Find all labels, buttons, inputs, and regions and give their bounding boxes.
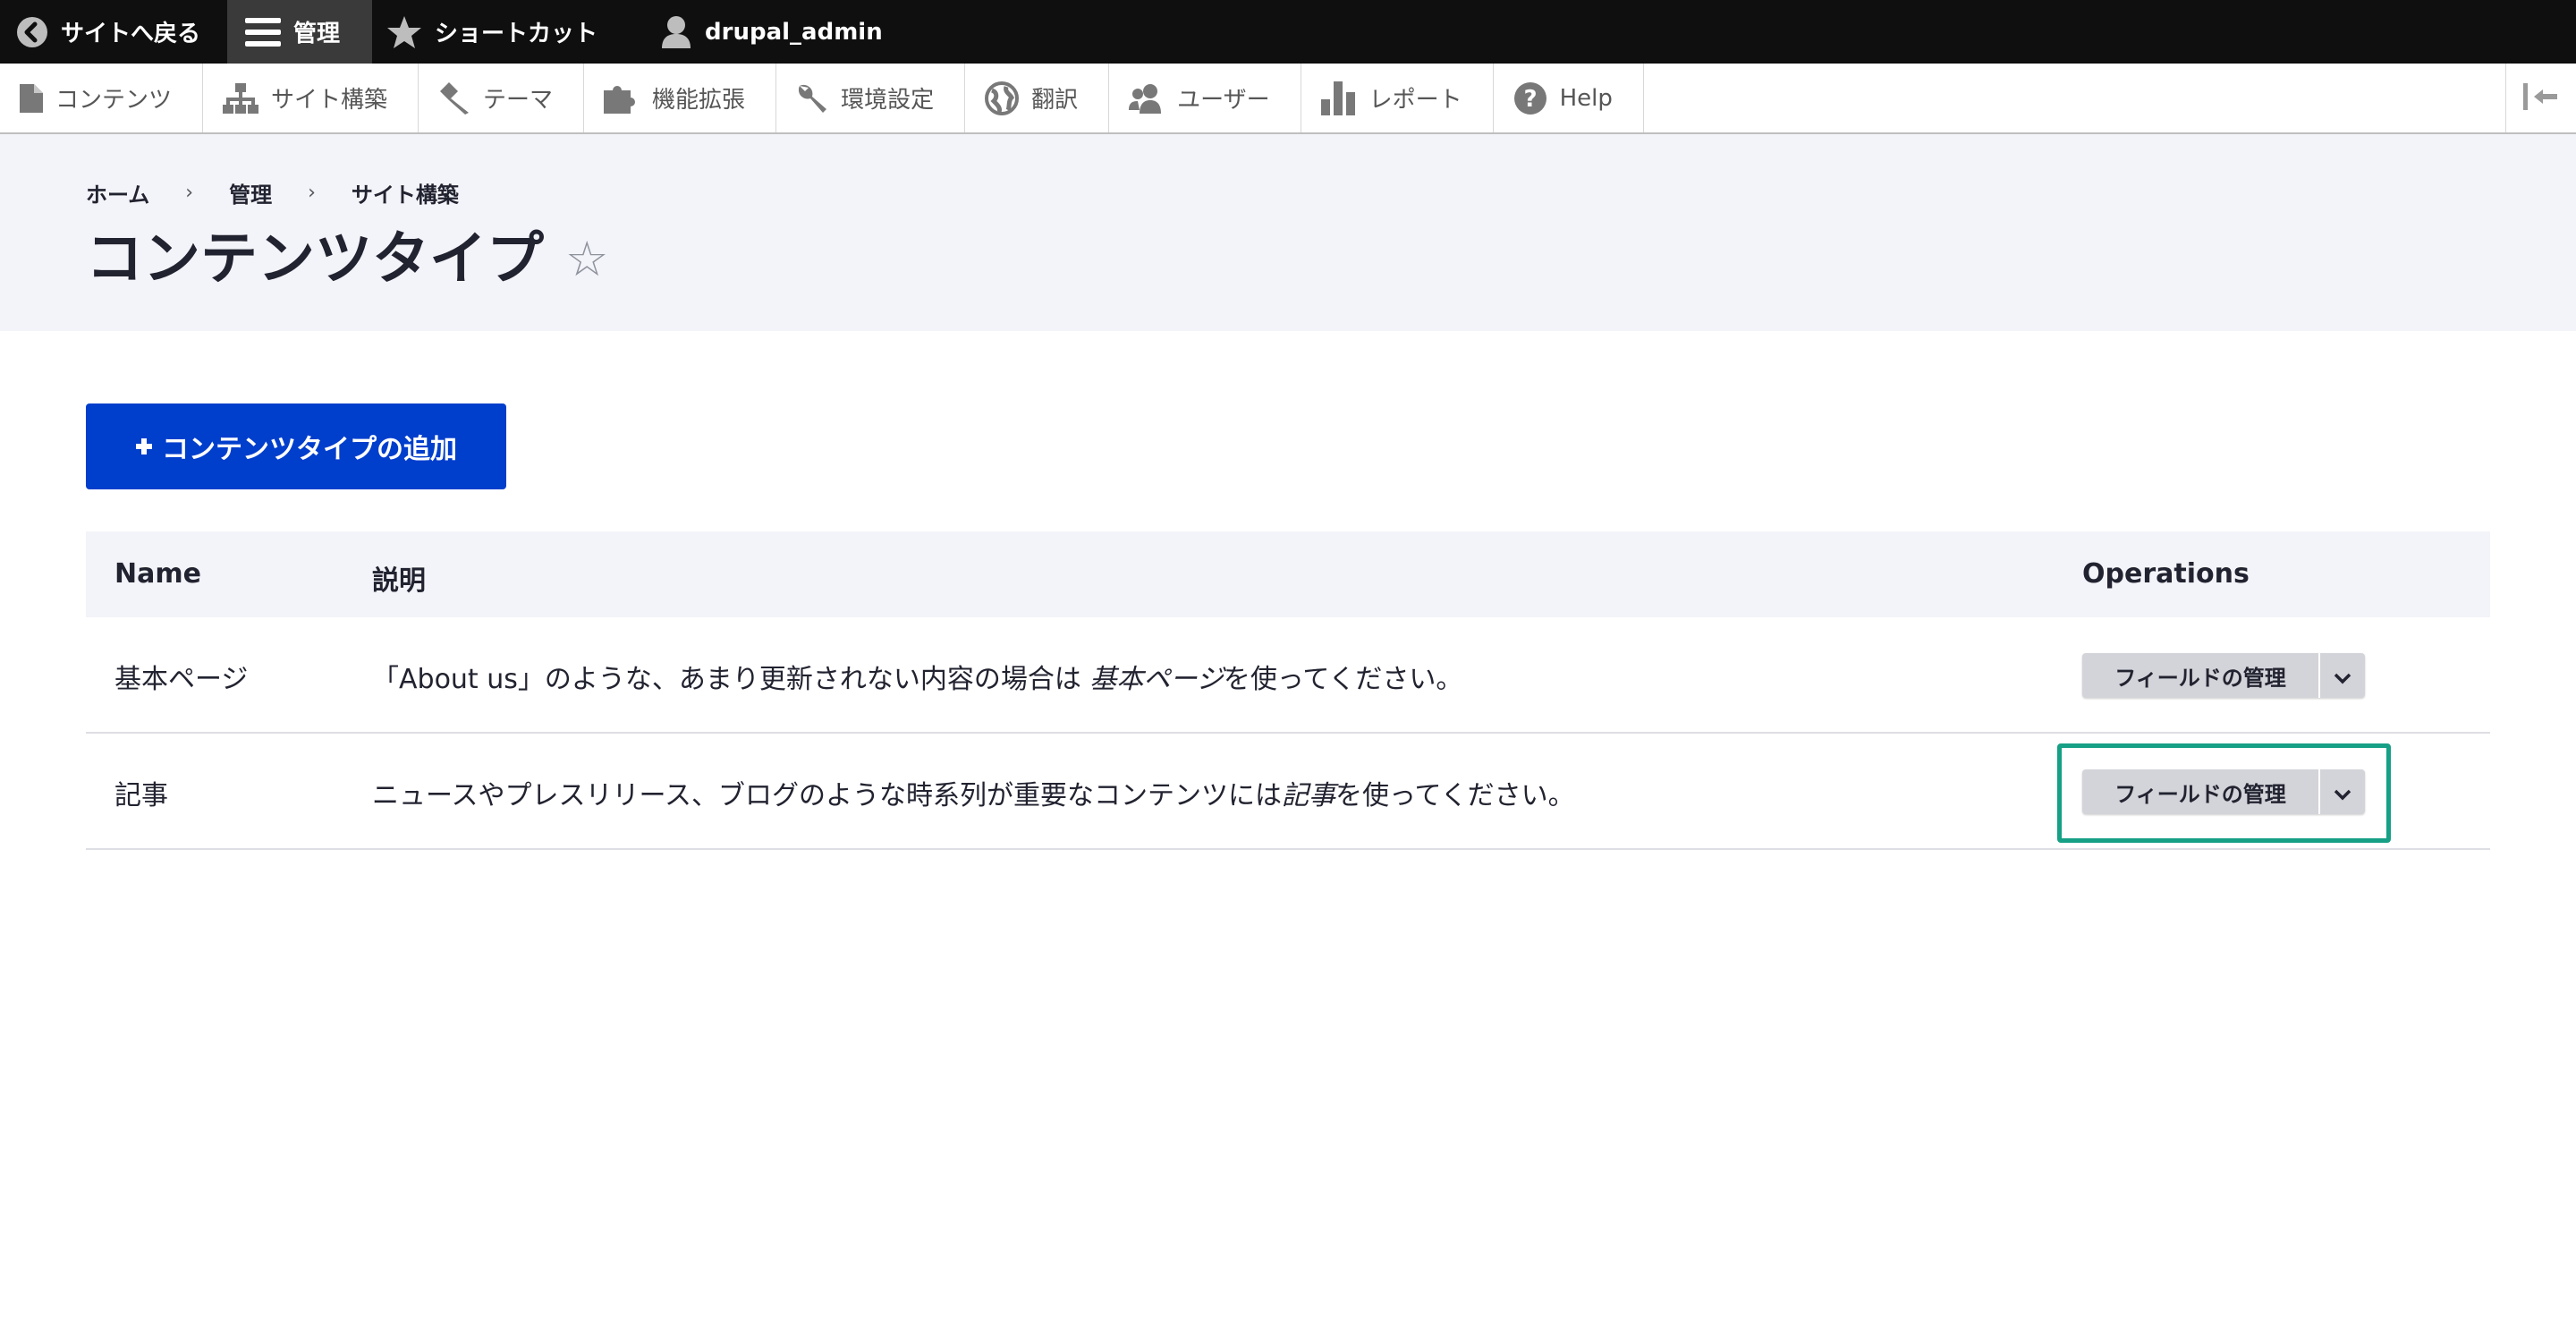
file-icon bbox=[20, 83, 43, 113]
table-row: 基本ページ 「About us」のような、あまり更新されない内容の場合は 基本ペ… bbox=[86, 617, 2490, 734]
star-icon bbox=[386, 15, 422, 49]
chevron-down-icon bbox=[2334, 777, 2351, 808]
row-name: 基本ページ bbox=[114, 664, 249, 695]
breadcrumb: ホーム › 管理 › サイト構築 bbox=[86, 177, 459, 208]
page-title-wrap: コンテンツタイプ ☆ bbox=[86, 215, 608, 304]
breadcrumb-admin[interactable]: 管理 bbox=[229, 177, 272, 208]
back-to-site-link[interactable]: サイトへ戻る bbox=[0, 0, 227, 64]
globe-icon bbox=[985, 81, 1020, 115]
add-content-type-button[interactable]: コンテンツタイプの追加 bbox=[86, 403, 506, 489]
tray-item-reports[interactable]: レポート bbox=[1301, 64, 1494, 132]
help-icon: ? bbox=[1513, 81, 1547, 115]
user-tab[interactable]: drupal_admin bbox=[624, 0, 910, 64]
chevron-down-icon bbox=[2334, 660, 2351, 692]
column-header-name: Name bbox=[114, 558, 201, 590]
page-title: コンテンツタイプ bbox=[86, 226, 544, 293]
tray-item-help[interactable]: ? Help bbox=[1494, 64, 1644, 132]
row-name: 記事 bbox=[114, 780, 168, 811]
hamburger-icon bbox=[245, 17, 282, 47]
puzzle-icon bbox=[604, 83, 640, 114]
operations-toggle[interactable] bbox=[2318, 653, 2365, 698]
tray-item-label: 機能拡張 bbox=[652, 87, 746, 114]
operations-dropbutton: フィールドの管理 bbox=[2082, 653, 2365, 698]
content-types-table: Name 説明 Operations 基本ページ 「About us」のような、… bbox=[86, 531, 2490, 850]
tray-item-structure[interactable]: サイト構築 bbox=[203, 64, 419, 132]
add-content-type-label: コンテンツタイプの追加 bbox=[162, 434, 457, 465]
breadcrumb-separator-icon: › bbox=[185, 182, 194, 204]
collapse-left-icon bbox=[2523, 82, 2559, 114]
add-shortcut-star-icon[interactable]: ☆ bbox=[565, 215, 608, 304]
admin-toolbar: サイトへ戻る 管理 ショートカット drupal_admin bbox=[0, 0, 2576, 64]
tray-item-appearance[interactable]: テーマ bbox=[419, 64, 585, 132]
back-arrow-icon bbox=[16, 16, 48, 48]
tray-item-people[interactable]: ユーザー bbox=[1109, 64, 1301, 132]
tray-item-label: レポート bbox=[1368, 87, 1462, 114]
people-icon bbox=[1129, 83, 1165, 114]
manage-fields-button[interactable]: フィールドの管理 bbox=[2082, 769, 2318, 814]
manage-tab[interactable]: 管理 bbox=[227, 0, 373, 64]
shortcuts-label: ショートカット bbox=[435, 21, 598, 47]
operations-dropbutton: フィールドの管理 bbox=[2082, 769, 2365, 814]
svg-text:?: ? bbox=[1523, 86, 1537, 113]
page-header: ホーム › 管理 › サイト構築 コンテンツタイプ ☆ bbox=[0, 134, 2576, 331]
wrench-icon bbox=[796, 82, 828, 115]
operations-toggle[interactable] bbox=[2318, 769, 2365, 814]
admin-tray: コンテンツ サイト構築 テーマ 機能拡張 環境設定 翻訳 ユーザー レポート ?… bbox=[0, 64, 2576, 134]
tray-item-content[interactable]: コンテンツ bbox=[0, 64, 204, 132]
row-description: 「About us」のような、あまり更新されない内容の場合は 基本ページを使って… bbox=[372, 664, 1463, 695]
tray-item-label: サイト構築 bbox=[271, 87, 388, 114]
tray-item-translate[interactable]: 翻訳 bbox=[965, 64, 1110, 132]
tray-item-extend[interactable]: 機能拡張 bbox=[584, 64, 777, 132]
plus-icon bbox=[135, 431, 153, 463]
sitemap-icon bbox=[223, 82, 259, 114]
back-to-site-label: サイトへ戻る bbox=[61, 21, 201, 47]
row-description: ニュースやプレスリリース、ブログのような時系列が重要なコンテンツには記事を使って… bbox=[372, 780, 1575, 811]
user-icon bbox=[660, 15, 692, 49]
manage-fields-button[interactable]: フィールドの管理 bbox=[2082, 653, 2318, 698]
tray-item-label: Help bbox=[1559, 84, 1613, 112]
tray-item-label: コンテンツ bbox=[55, 87, 173, 114]
table-row: 記事 ニュースやプレスリリース、ブログのような時系列が重要なコンテンツには記事を… bbox=[86, 734, 2490, 850]
manage-label: 管理 bbox=[293, 21, 341, 47]
column-header-operations: Operations bbox=[2082, 558, 2250, 590]
shortcuts-tab[interactable]: ショートカット bbox=[372, 0, 624, 64]
column-header-description: 説明 bbox=[372, 565, 426, 597]
user-name: drupal_admin bbox=[705, 18, 883, 46]
breadcrumb-separator-icon: › bbox=[308, 182, 316, 204]
tray-item-label: 環境設定 bbox=[841, 87, 935, 114]
breadcrumb-structure[interactable]: サイト構築 bbox=[352, 177, 459, 208]
table-header: Name 説明 Operations bbox=[86, 531, 2490, 617]
tray-orientation-toggle[interactable] bbox=[2505, 64, 2576, 132]
tray-item-label: ユーザー bbox=[1177, 87, 1270, 114]
bar-chart-icon bbox=[1320, 81, 1357, 115]
paintbrush-icon bbox=[438, 81, 470, 115]
tray-item-config[interactable]: 環境設定 bbox=[776, 64, 966, 132]
tray-item-label: 翻訳 bbox=[1031, 87, 1079, 114]
tray-item-label: テーマ bbox=[483, 87, 554, 114]
breadcrumb-home[interactable]: ホーム bbox=[86, 177, 149, 208]
